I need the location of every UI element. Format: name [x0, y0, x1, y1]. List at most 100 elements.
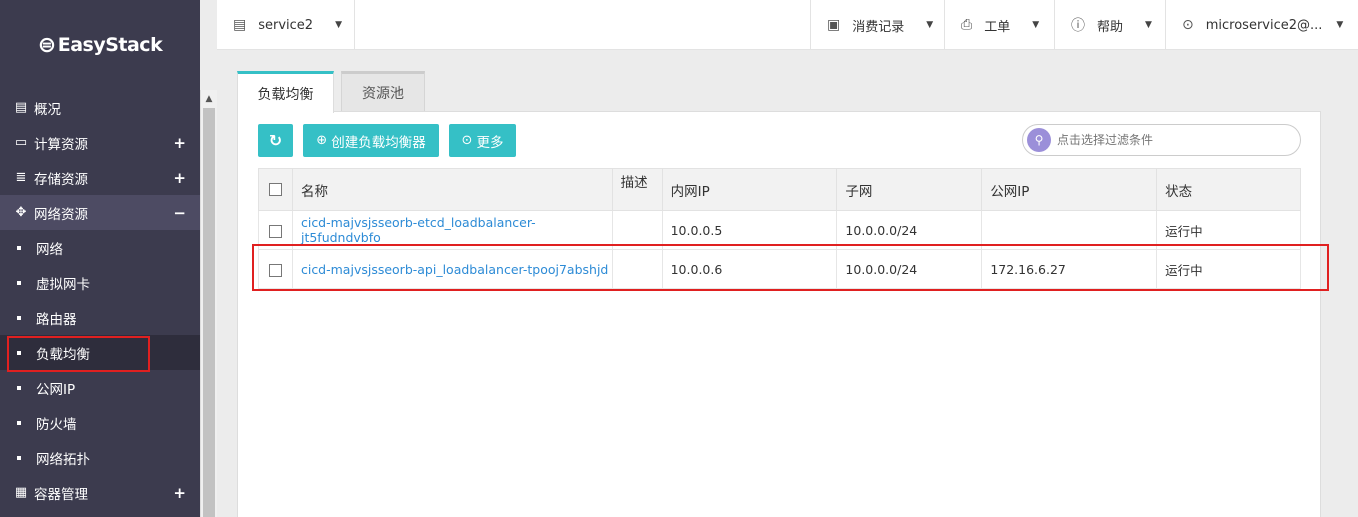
bullet-icon	[17, 280, 21, 285]
top-bar: ▤ service2 ▼ ▣ 消费记录 ▼ ⎙ 工单 ▼ ⓘ 帮助 ▼ ⊙ mi…	[217, 0, 1358, 50]
sidebar-subitem-label: 路由器	[36, 311, 77, 328]
status-cell: 运行中	[1156, 210, 1301, 250]
sidebar-item-label: 概况	[34, 101, 61, 118]
plus-circle-icon: ⊕	[316, 133, 328, 148]
desc-cell	[611, 249, 663, 289]
header-desc[interactable]: 描述	[611, 168, 663, 211]
printer-icon: ⎙	[961, 17, 973, 33]
sidebar-subitem-router[interactable]: 路由器	[0, 300, 200, 335]
sidebar-item-overview[interactable]: ▤ 概况	[0, 90, 200, 125]
bullet-icon	[17, 455, 21, 460]
row-checkbox[interactable]	[269, 224, 282, 238]
help-icon: ⓘ	[1071, 18, 1085, 34]
more-label: 更多	[476, 134, 504, 151]
billing-menu[interactable]: ▣ 消费记录 ▼	[810, 0, 944, 50]
document-icon: ▤	[233, 17, 247, 33]
scroll-up-arrow-icon[interactable]: ▲	[201, 90, 217, 107]
monitor-icon: ▭	[14, 135, 28, 150]
project-selector[interactable]: ▤ service2 ▼	[217, 0, 354, 50]
collapse-icon[interactable]: −	[173, 204, 186, 222]
user-icon: ⊙	[1182, 17, 1194, 33]
sidebar-subitem-firewall[interactable]: 防火墙	[0, 405, 200, 440]
header-subnet[interactable]: 子网	[836, 168, 983, 211]
logo-text: EasyStack	[57, 34, 163, 56]
expand-icon[interactable]: +	[173, 169, 186, 187]
subnet-cell: 10.0.0.0/24	[836, 249, 983, 289]
sidebar-scrollbar[interactable]: ▲	[200, 90, 217, 517]
tab-resource-pool[interactable]: 资源池	[341, 71, 425, 112]
create-loadbalancer-button[interactable]: ⊕ 创建负载均衡器	[303, 124, 439, 157]
public-ip-cell: 172.16.6.27	[981, 249, 1158, 289]
refresh-button[interactable]: ↻	[258, 124, 293, 157]
name-cell: cicd-majvsjsseorb-api_loadbalancer-tpooj…	[291, 249, 613, 289]
grid-icon: ▦	[14, 485, 28, 500]
sidebar-subitem-label: 负载均衡	[36, 346, 90, 363]
logo[interactable]: ⊜ EasyStack	[0, 0, 200, 90]
help-menu[interactable]: ⓘ 帮助 ▼	[1054, 0, 1165, 50]
project-name: service2	[258, 17, 314, 33]
status-cell: 运行中	[1156, 249, 1301, 289]
sidebar-item-compute[interactable]: ▭ 计算资源 +	[0, 125, 200, 160]
tickets-menu[interactable]: ⎙ 工单 ▼	[944, 0, 1054, 50]
sidebar: ⊜ EasyStack ▤ 概况 ▭ 计算资源 + ≣ 存储资源 + ✥ 网络资…	[0, 0, 200, 517]
loadbalancer-link[interactable]: cicd-majvsjsseorb-etcd_loadbalancer-jt5f…	[301, 215, 536, 245]
sidebar-subitem-label: 网络拓扑	[36, 451, 90, 468]
chevron-down-icon: ▼	[1336, 20, 1344, 30]
billing-label: 消费记录	[852, 19, 905, 35]
sidebar-subitem-topology[interactable]: 网络拓扑	[0, 440, 200, 475]
sidebar-subitem-vnic[interactable]: 虚拟网卡	[0, 265, 200, 300]
sidebar-subitem-loadbalancer[interactable]: 负载均衡	[0, 335, 200, 372]
tab-loadbalancer[interactable]: 负载均衡	[237, 71, 334, 113]
user-name: microservice2@...	[1205, 17, 1323, 33]
chevron-down-icon: ▼	[335, 20, 342, 30]
user-menu[interactable]: ⊙ microservice2@... ▼	[1165, 0, 1358, 50]
create-label: 创建负载均衡器	[331, 134, 426, 151]
ellipsis-circle-icon: ⊙	[461, 133, 473, 148]
bullet-icon	[17, 315, 21, 320]
header-public-ip[interactable]: 公网IP	[981, 168, 1158, 211]
table-row[interactable]: cicd-majvsjsseorb-api_loadbalancer-tpooj…	[258, 249, 1301, 289]
filter-search[interactable]: ⚲	[1022, 124, 1301, 156]
bullet-icon	[17, 350, 21, 355]
sidebar-item-label: 容器管理	[34, 486, 88, 503]
loadbalancer-link[interactable]: cicd-majvsjsseorb-api_loadbalancer-tpooj…	[301, 262, 608, 277]
tickets-label: 工单	[984, 19, 1011, 35]
sidebar-subitem-network[interactable]: 网络	[0, 230, 200, 265]
more-button[interactable]: ⊙ 更多	[449, 124, 516, 157]
scrollbar-thumb[interactable]	[203, 108, 215, 517]
name-cell: cicd-majvsjsseorb-etcd_loadbalancer-jt5f…	[291, 210, 613, 250]
bullet-icon	[17, 245, 21, 250]
sidebar-subitem-public-ip[interactable]: 公网IP	[0, 370, 200, 405]
expand-icon[interactable]: +	[173, 134, 186, 152]
private-ip-cell: 10.0.0.6	[661, 249, 838, 289]
header-status[interactable]: 状态	[1156, 168, 1301, 211]
refresh-icon: ↻	[268, 131, 283, 150]
subnet-cell: 10.0.0.0/24	[836, 210, 983, 250]
chevron-down-icon: ▼	[1032, 20, 1040, 30]
clipboard-icon: ▤	[14, 100, 28, 115]
loadbalancer-table: 名称 描述 内网IP 子网 公网IP 状态 cicd-majvsjsseorb-…	[258, 168, 1301, 289]
expand-icon[interactable]: +	[173, 484, 186, 502]
select-all-checkbox[interactable]	[269, 183, 282, 196]
sidebar-item-label: 网络资源	[34, 206, 88, 223]
bullet-icon	[17, 385, 21, 390]
sidebar-subitem-label: 虚拟网卡	[36, 276, 90, 293]
desc-cell	[611, 210, 663, 250]
row-select-cell	[258, 210, 293, 250]
sidebar-subitem-label: 公网IP	[36, 381, 76, 398]
sidebar-item-storage[interactable]: ≣ 存储资源 +	[0, 160, 200, 195]
search-input[interactable]	[1057, 133, 1287, 147]
chevron-down-icon: ▼	[926, 20, 934, 30]
row-select-cell	[258, 249, 293, 289]
database-icon: ≣	[15, 170, 27, 185]
table-row[interactable]: cicd-majvsjsseorb-etcd_loadbalancer-jt5f…	[258, 210, 1301, 250]
row-checkbox[interactable]	[269, 263, 282, 277]
header-private-ip[interactable]: 内网IP	[661, 168, 838, 211]
sidebar-item-container[interactable]: ▦ 容器管理 +	[0, 475, 200, 510]
select-all-cell	[258, 168, 293, 211]
bullet-icon	[17, 420, 21, 425]
public-ip-cell	[981, 210, 1158, 250]
table-header-row: 名称 描述 内网IP 子网 公网IP 状态	[258, 168, 1301, 211]
sidebar-item-network[interactable]: ✥ 网络资源 −	[0, 195, 200, 230]
header-name[interactable]: 名称	[291, 168, 613, 211]
